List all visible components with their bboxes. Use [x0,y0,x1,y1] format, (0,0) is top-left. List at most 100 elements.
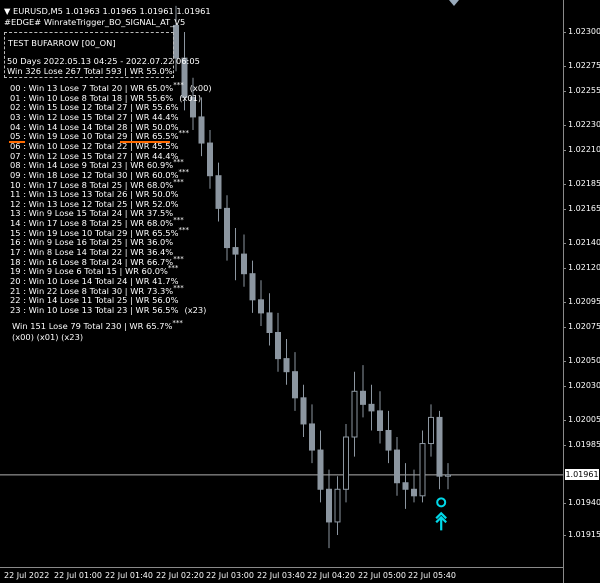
candle[interactable] [300,384,307,438]
candle[interactable] [266,293,273,346]
stats-row-tag: (x01) [179,92,202,103]
price-tick-label: 1.01985 [562,440,600,449]
price-tick-label: 1.02275 [562,61,600,70]
candle[interactable] [377,391,383,444]
candle[interactable] [368,384,375,431]
candle-body [198,116,205,144]
price-tick-label: 1.02300 [562,27,600,36]
candle[interactable] [249,260,256,313]
stats-row-text: 15 : Win 19 Lose 10 Total 29 | WR 65.5% [10,227,179,238]
stats-row-text: 03 : Win 12 Lose 15 Total 27 | WR 44.4% [10,111,179,122]
stats-row-text: 09 : Win 18 Lose 12 Total 30 | WR 60.0% [10,169,179,180]
stats-row-text: 05 : Win 19 Lose 10 Total 29 | WR 65.5% [10,131,179,142]
stats-row-text: 12 : Win 13 Lose 12 Total 25 | WR 52.0% [10,198,179,209]
stats-row-tag: (x00) [189,83,212,93]
totals-tags: (x00) (x01) (x23) [12,332,84,342]
candle[interactable] [198,97,205,157]
time-tick-label: 22 Jul 2022 [4,571,50,580]
candle[interactable] [275,312,281,372]
candle-body [266,312,273,333]
highlight-underline [9,141,25,143]
time-axis[interactable]: 22 Jul 2022 22 Jul 01:00 22 Jul 01:40 22 Ju… [0,567,563,583]
candle-body [309,423,315,451]
price-tick-label: 1.02075 [562,322,600,331]
candle[interactable] [224,195,230,261]
candle-body [275,331,281,360]
time-tick-label: 22 Jul 01:00 [54,571,102,580]
candle-body [207,142,213,177]
candle[interactable] [292,352,298,411]
totals-stars: *** [172,319,183,328]
candle[interactable] [258,280,264,326]
stats-row: 23 : Win 10 Lose 13 Total 23 | WR 56.5% (… [10,305,206,316]
candle[interactable] [360,365,366,418]
stats-row-text: 01 : Win 10 Lose 8 Total 18 | WR 55.6% [10,92,174,103]
candle[interactable] [419,430,426,503]
highlight-line [120,141,170,143]
candle[interactable] [232,227,239,281]
panel-summary: Win 326 Lose 267 Total 593 | WR 55.0% [7,66,173,76]
stats-row-text: 20 : Win 10 Lose 14 Total 24 | WR 41.7% [10,276,179,286]
time-tick-label: 22 Jul 05:00 [358,571,406,580]
stats-row-text: 21 : Win 22 Lose 8 Total 30 | WR 73.3% [10,285,174,296]
candle-body [377,410,383,431]
candle[interactable] [326,469,332,549]
stats-row-text: 23 : Win 10 Lose 13 Total 23 | WR 56.5% [10,304,179,315]
candle[interactable] [394,437,400,496]
candle[interactable] [207,129,213,189]
price-axis[interactable]: 1.02300 1.02275 1.02255 1.02230 1.02210 1.021… [562,0,600,583]
candle-body [394,449,400,484]
panel-title: TEST BUFARROW [00_ON] [8,38,116,48]
candle[interactable] [241,234,247,287]
candle-body [411,488,417,497]
dropdown-triangle-icon[interactable]: ▼ [4,6,10,16]
price-tick-label: 1.02120 [562,263,600,272]
price-tick-label: 1.01940 [562,498,600,507]
candle-body [445,474,451,477]
candle-body [428,416,434,445]
candle[interactable] [385,410,392,464]
candle[interactable] [343,423,349,503]
candle-body [436,416,443,477]
candle[interactable] [436,410,443,490]
price-tick-label: 1.02185 [562,179,600,188]
indicator-name: #EDGE# WinrateTrigger_BO_SIGNAL_AT_V5 [4,17,186,27]
stats-row-stars: *** [173,283,184,292]
candle[interactable] [428,404,434,457]
scroll-marker-icon[interactable] [449,0,459,6]
candle[interactable] [283,339,290,385]
stats-row-text: 11 : Win 13 Lose 13 Total 26 | WR 50.0% [10,189,179,200]
stats-row-stars: *** [173,177,184,186]
stats-row-text: 10 : Win 17 Lose 8 Total 25 | WR 68.0% [10,179,174,190]
candle[interactable] [351,371,358,457]
candle[interactable] [402,463,409,509]
candle-body [351,390,358,438]
stats-row-text: 14 : Win 17 Lose 8 Total 25 | WR 68.0% [10,218,174,229]
price-tick-label: 1.02210 [562,145,600,154]
candle-body [419,443,426,497]
price-tick-label: 1.02030 [562,381,600,390]
time-tick-label: 22 Jul 02:20 [156,571,204,580]
price-tick-label: 1.02165 [562,204,600,213]
price-tick-label: 1.02230 [562,120,600,129]
chart-area[interactable]: ▼ EURUSD,M5 1.01963 1.01965 1.01961 1.01… [0,0,563,567]
candle-body [224,207,230,249]
candle[interactable] [334,476,341,535]
price-tick-label: 1.02140 [562,238,600,247]
stats-row-text: 13 : Win 9 Lose 15 Total 24 | WR 37.5% [10,208,174,219]
candle[interactable] [445,463,451,490]
candle[interactable] [317,430,324,503]
time-tick-label: 22 Jul 05:40 [408,571,456,580]
stats-row-text: 17 : Win 8 Lose 14 Total 22 | WR 36.4% [10,247,174,258]
candle-body [232,247,239,255]
candle[interactable] [215,162,222,222]
candle-body [292,371,298,399]
price-tick-label: 1.02050 [562,356,600,365]
candle-body [215,175,222,209]
stats-row-stars: *** [173,158,184,167]
candle-body [300,397,307,425]
candle[interactable] [309,404,315,464]
symbol-title: ▼ EURUSD,M5 1.01963 1.01965 1.01961 1.01… [4,6,211,17]
stats-row-stars: *** [178,129,189,138]
price-tick-label: 1.02005 [562,415,600,424]
